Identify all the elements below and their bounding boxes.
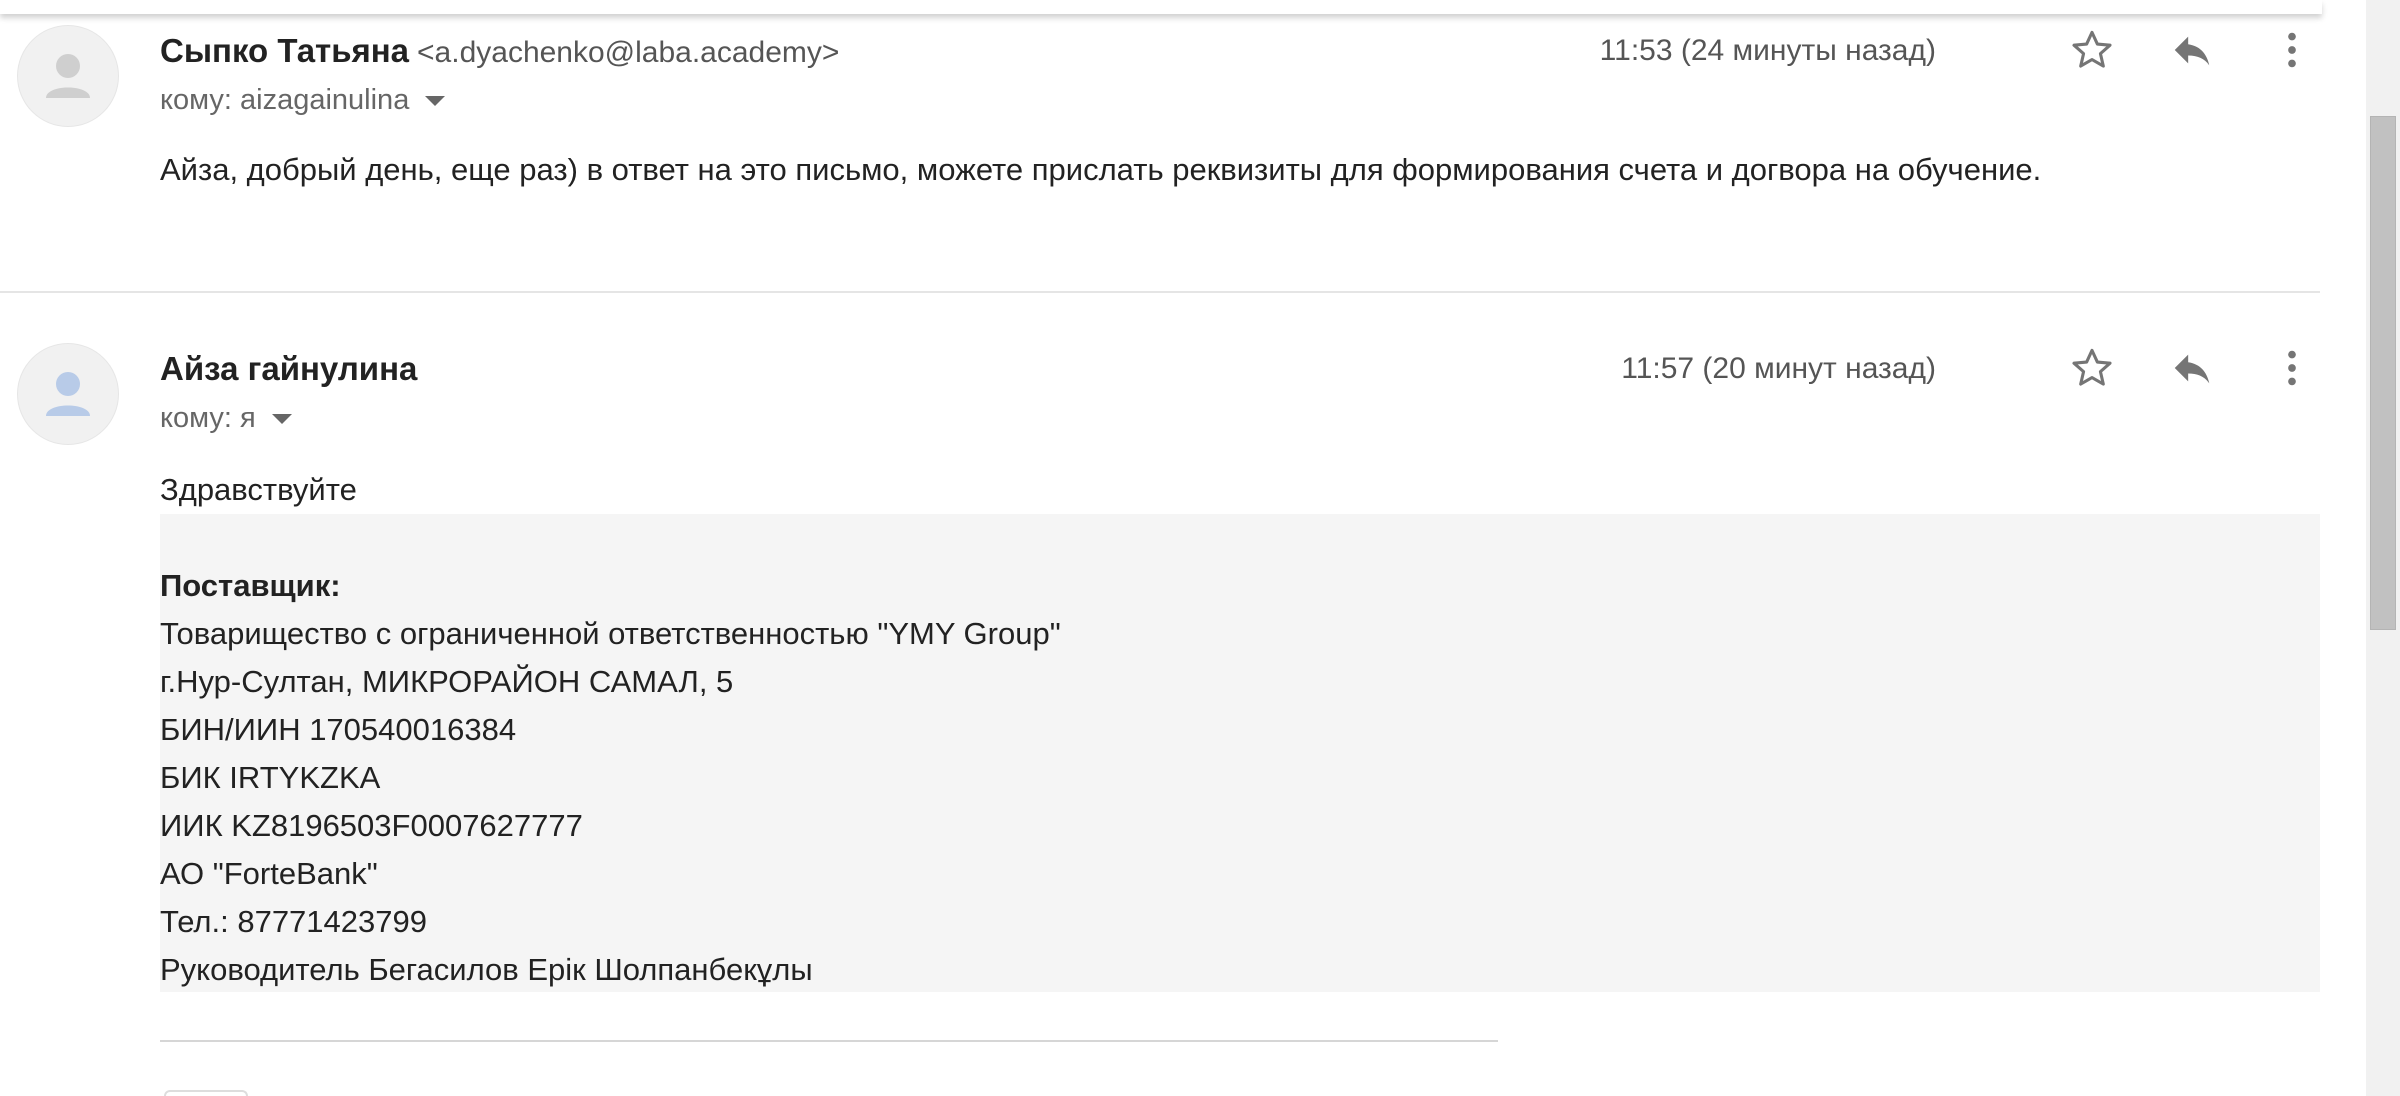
avatar[interactable]	[18, 26, 118, 126]
star-icon	[2072, 348, 2112, 386]
sender-email: <a.dyachenko@laba.academy>	[417, 36, 840, 69]
scrollbar-track[interactable]	[2366, 0, 2400, 1096]
recipient-text: кому: я	[160, 402, 256, 434]
reply-button[interactable]	[2164, 22, 2220, 78]
avatar[interactable]	[18, 344, 118, 444]
sender-name[interactable]: Сыпко Татьяна	[160, 32, 409, 69]
more-vert-icon	[2288, 32, 2296, 68]
more-options-button[interactable]	[2264, 22, 2320, 78]
requisites-line: Товарищество с ограниченной ответственно…	[160, 616, 1061, 651]
star-button[interactable]	[2064, 22, 2120, 78]
show-trimmed-content-button[interactable]	[164, 1090, 248, 1096]
requisites-line: г.Нур-Султан, МИКРОРАЙОН САМАЛ, 5	[160, 664, 734, 699]
recipient-text: кому: aizagainulina	[160, 84, 410, 116]
email-thread: Сыпко Татьяна <a.dyachenko@laba.academy> …	[0, 0, 2400, 1096]
recipient-line: кому: я	[160, 402, 292, 435]
requisites-line: БИН/ИИН 170540016384	[160, 712, 517, 747]
requisites-block	[160, 514, 2320, 992]
more-options-button[interactable]	[2264, 340, 2320, 396]
requisites-line: АО "ForteBank"	[160, 856, 378, 891]
message-body: Айза, добрый день, еще раз) в ответ на э…	[160, 152, 2042, 187]
sender-name[interactable]: Айза гайнулина	[160, 350, 417, 388]
reply-icon	[2174, 354, 2210, 384]
message-divider	[0, 291, 2320, 293]
requisites-line: Тел.: 87771423799	[160, 904, 427, 939]
reply-button[interactable]	[2164, 340, 2220, 396]
signature-divider	[160, 1040, 1498, 1042]
reply-icon	[2174, 36, 2210, 66]
person-icon	[46, 54, 90, 98]
recipient-details-caret[interactable]	[271, 413, 292, 424]
more-vert-icon	[2288, 350, 2296, 386]
message-greeting: Здравствуйте	[160, 472, 357, 507]
scrollbar-thumb[interactable]	[2370, 116, 2396, 630]
person-icon	[46, 372, 90, 416]
requisites-line: ИИК KZ8196503F0007627777	[160, 808, 583, 843]
requisites-line: Руководитель Бегасилов Ерік Шолпанбекұлы	[160, 952, 813, 987]
star-icon	[2072, 30, 2112, 68]
message-timestamp: 11:57 (20 минут назад)	[1621, 352, 1936, 385]
message-timestamp: 11:53 (24 минуты назад)	[1599, 34, 1936, 67]
recipient-details-caret[interactable]	[425, 95, 446, 106]
requisites-heading: Поставщик:	[160, 568, 341, 603]
toolbar-shadow	[0, 0, 2322, 14]
sender-info: Сыпко Татьяна <a.dyachenko@laba.academy>	[160, 32, 839, 70]
requisites-line: БИК IRTYKZKA	[160, 760, 381, 795]
star-button[interactable]	[2064, 340, 2120, 396]
recipient-line: кому: aizagainulina	[160, 84, 446, 117]
